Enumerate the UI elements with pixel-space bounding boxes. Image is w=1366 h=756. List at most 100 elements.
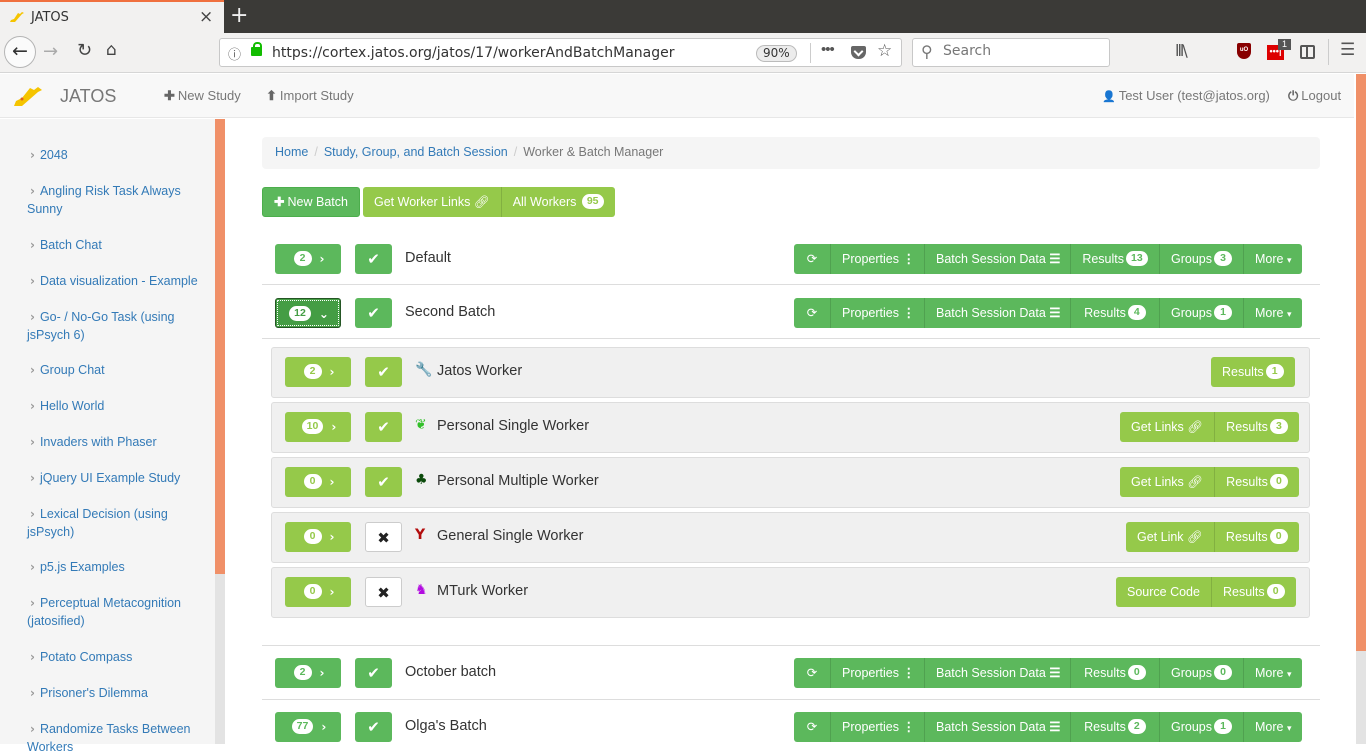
get-links-button[interactable]: Get Links 🔗︎	[1120, 412, 1216, 442]
bookmark-star-icon[interactable]: ☆	[877, 41, 892, 61]
worker-expand-toggle[interactable]: 10 ›	[285, 412, 351, 442]
sidebar-study-item[interactable]: › Angling Risk Task Always Sunny	[27, 182, 212, 218]
sidebar-study-item[interactable]: › Hello World	[27, 397, 212, 415]
more-dropdown-button[interactable]: More ▾	[1244, 244, 1302, 274]
worker-results-button[interactable]: Results 3	[1215, 412, 1299, 442]
worker-type-enabled-toggle[interactable]: ✖	[365, 577, 402, 607]
scrollbar-thumb[interactable]	[1356, 74, 1366, 651]
more-dropdown-button[interactable]: More ▾	[1244, 298, 1302, 328]
results-button[interactable]: Results 4	[1071, 298, 1160, 328]
pocket-icon[interactable]	[851, 46, 866, 59]
url-bar[interactable]: ⓘ https://cortex.jatos.org/jatos/17/work…	[219, 38, 902, 67]
worker-type-enabled-toggle[interactable]: ✔	[365, 357, 402, 387]
breadcrumb-home[interactable]: Home	[275, 145, 308, 159]
ublock-icon[interactable]: uO	[1237, 43, 1251, 59]
sidebar-study-item[interactable]: › Data visualization - Example	[27, 272, 212, 290]
properties-button[interactable]: Properties ⋮	[831, 244, 925, 274]
worker-type-enabled-toggle[interactable]: ✖	[365, 522, 402, 552]
worker-results-button[interactable]: Results 0	[1211, 577, 1296, 607]
sidebar-study-item[interactable]: › p5.js Examples	[27, 558, 212, 576]
groups-button[interactable]: Groups 1	[1160, 712, 1244, 742]
reload-button[interactable]: ↻	[77, 40, 92, 61]
properties-button[interactable]: Properties ⋮	[831, 712, 925, 742]
page-scrollbar[interactable]	[1356, 74, 1366, 744]
page-actions-icon[interactable]: •••	[821, 41, 835, 58]
batch-active-toggle[interactable]: ✔	[355, 712, 392, 742]
sidebar-study-item[interactable]: › Potato Compass	[27, 648, 212, 666]
more-dropdown-button[interactable]: More ▾	[1244, 658, 1302, 688]
close-tab-icon[interactable]: ×	[199, 7, 213, 27]
get-links-button[interactable]: Get Links 🔗︎	[1120, 467, 1216, 497]
batch-session-data-button[interactable]: Batch Session Data ☰	[925, 658, 1071, 688]
user-link[interactable]: 👤 Test User (test@jatos.org)	[1102, 88, 1270, 103]
groups-button[interactable]: Groups 0	[1160, 658, 1244, 688]
browser-search-box[interactable]: ⚲	[912, 38, 1110, 67]
batch-session-data-button[interactable]: Batch Session Data ☰	[925, 712, 1071, 742]
worker-results-button[interactable]: Results 0	[1214, 522, 1299, 552]
sidebar-study-item[interactable]: › Invaders with Phaser	[27, 433, 212, 451]
source-code-button[interactable]: Source Code	[1116, 577, 1212, 607]
logout-link[interactable]: ⏻ Logout	[1288, 88, 1341, 104]
zoom-level[interactable]: 90%	[756, 45, 797, 62]
url-text[interactable]: https://cortex.jatos.org/jatos/17/worker…	[272, 45, 675, 61]
batch-session-data-button[interactable]: Batch Session Data ☰	[925, 298, 1071, 328]
properties-button[interactable]: Properties ⋮	[831, 658, 925, 688]
sidebar-toggle-icon[interactable]	[1300, 45, 1315, 59]
library-icon[interactable]: lll\	[1175, 41, 1188, 60]
jatos-logo-icon[interactable]	[12, 84, 48, 108]
more-dropdown-button[interactable]: More ▾	[1244, 712, 1302, 742]
results-button[interactable]: Results 2	[1071, 712, 1160, 742]
home-button[interactable]: ⌂	[106, 40, 117, 60]
refresh-button[interactable]: ⟳	[794, 298, 831, 328]
info-icon[interactable]: ⓘ	[228, 44, 241, 63]
breadcrumb-study-session[interactable]: Study, Group, and Batch Session	[324, 145, 508, 159]
import-study-link[interactable]: ⬆ Import Study	[266, 88, 354, 104]
sidebar-study-item[interactable]: › Prisoner's Dilemma	[27, 684, 212, 702]
worker-results-button[interactable]: Results 1	[1211, 357, 1295, 387]
get-worker-links-button[interactable]: Get Worker Links 🔗︎	[363, 187, 502, 217]
sidebar-study-item[interactable]: › 2048	[27, 146, 212, 164]
worker-expand-toggle[interactable]: 0 ›	[285, 577, 351, 607]
batch-active-toggle[interactable]: ✔	[355, 244, 392, 274]
sidebar-study-item[interactable]: › Group Chat	[27, 361, 212, 379]
batch-session-data-button[interactable]: Batch Session Data ☰	[925, 244, 1071, 274]
browser-search-input[interactable]	[943, 43, 1103, 59]
batch-active-toggle[interactable]: ✔	[355, 658, 392, 688]
batch-expand-toggle[interactable]: 12 ⌄	[275, 298, 341, 328]
groups-button[interactable]: Groups 3	[1160, 244, 1244, 274]
hamburger-menu-icon[interactable]: ☰	[1340, 40, 1355, 60]
sidebar-study-item[interactable]: › Go- / No-Go Task (using jsPsych 6)	[27, 308, 212, 344]
results-button[interactable]: Results 13	[1071, 244, 1160, 274]
scrollbar-thumb[interactable]	[215, 119, 225, 574]
refresh-button[interactable]: ⟳	[794, 244, 831, 274]
results-button[interactable]: Results 0	[1071, 658, 1160, 688]
new-tab-button[interactable]: +	[230, 3, 248, 28]
sidebar-study-item[interactable]: › Lexical Decision (using jsPsych)	[27, 505, 212, 541]
batch-expand-toggle[interactable]: 77 ›	[275, 712, 341, 742]
batch-expand-toggle[interactable]: 2 ›	[275, 244, 341, 274]
sidebar-study-item[interactable]: › Perceptual Metacognition (jatosified)	[27, 594, 212, 630]
batch-expand-toggle[interactable]: 2 ›	[275, 658, 341, 688]
refresh-button[interactable]: ⟳	[794, 712, 831, 742]
browser-tab-jatos[interactable]: JATOS ×	[0, 0, 224, 33]
sidebar-study-item[interactable]: › Randomize Tasks Between Workers	[27, 720, 212, 756]
worker-type-enabled-toggle[interactable]: ✔	[365, 412, 402, 442]
batch-active-toggle[interactable]: ✔	[355, 298, 392, 328]
sidebar-scrollbar[interactable]	[215, 119, 225, 744]
properties-button[interactable]: Properties ⋮	[831, 298, 925, 328]
get-links-button[interactable]: Get Link 🔗︎	[1126, 522, 1215, 552]
worker-expand-toggle[interactable]: 2 ›	[285, 357, 351, 387]
worker-type-enabled-toggle[interactable]: ✔	[365, 467, 402, 497]
back-button[interactable]: ←	[4, 36, 36, 68]
refresh-button[interactable]: ⟳	[794, 658, 831, 688]
new-study-link[interactable]: ✚ New Study	[164, 88, 241, 104]
worker-expand-toggle[interactable]: 0 ›	[285, 522, 351, 552]
forward-button[interactable]: →	[43, 41, 58, 62]
groups-button[interactable]: Groups 1	[1160, 298, 1244, 328]
sidebar-study-item[interactable]: › jQuery UI Example Study	[27, 469, 212, 487]
new-batch-button[interactable]: ✚ New Batch	[262, 187, 360, 217]
all-workers-button[interactable]: All Workers 95	[501, 187, 615, 217]
worker-results-button[interactable]: Results 0	[1215, 467, 1299, 497]
brand-name[interactable]: JATOS	[60, 86, 116, 107]
sidebar-study-item[interactable]: › Batch Chat	[27, 236, 212, 254]
